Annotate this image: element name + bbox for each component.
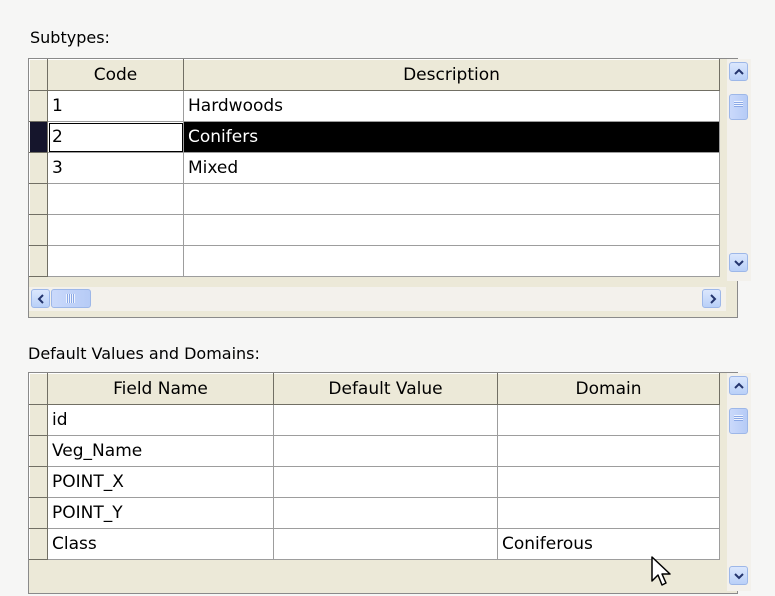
grip-icon	[734, 415, 743, 421]
code-cell[interactable]: 1	[47, 90, 184, 122]
vertical-scroll-thumb[interactable]	[729, 408, 748, 434]
table-row[interactable]	[29, 214, 720, 246]
row-selector[interactable]	[29, 90, 48, 122]
default-value-cell[interactable]	[273, 497, 498, 529]
subtypes-horizontal-scrollbar[interactable]	[29, 287, 726, 311]
default-values-vertical-scrollbar[interactable]	[727, 373, 751, 591]
domain-cell[interactable]	[497, 435, 720, 467]
table-row[interactable]: Veg_Name	[29, 435, 720, 467]
row-selector[interactable]	[29, 183, 48, 215]
default-values-grid[interactable]: Field Name Default Value Domain id Veg_N…	[28, 372, 738, 594]
table-row[interactable]: 1 Hardwoods	[29, 90, 720, 122]
default-values-label: Default Values and Domains:	[28, 344, 260, 363]
field-name-cell[interactable]: Class	[47, 528, 274, 560]
table-row[interactable]: 3 Mixed	[29, 152, 720, 184]
default-value-cell[interactable]	[273, 466, 498, 498]
table-row-selected[interactable]: 2 Conifers	[29, 121, 720, 153]
chevron-down-icon[interactable]	[729, 566, 748, 585]
mouse-pointer-icon	[651, 556, 671, 586]
code-cell[interactable]: 3	[47, 152, 184, 184]
row-selector[interactable]	[29, 404, 48, 436]
description-cell[interactable]: Hardwoods	[183, 90, 720, 122]
subtypes-grid[interactable]: Code Description 1 Hardwoods 2 Conifers …	[28, 58, 738, 318]
chevron-up-icon[interactable]	[729, 376, 748, 395]
horizontal-scroll-thumb[interactable]	[51, 289, 91, 308]
chevron-right-icon[interactable]	[702, 289, 721, 308]
row-selector[interactable]	[29, 497, 48, 529]
column-header-description[interactable]: Description	[183, 59, 720, 91]
table-row[interactable]: POINT_Y	[29, 497, 720, 529]
default-value-cell[interactable]	[273, 528, 498, 560]
domain-cell[interactable]	[497, 497, 720, 529]
row-selector[interactable]	[29, 466, 48, 498]
row-selector[interactable]	[29, 528, 48, 560]
chevron-up-icon[interactable]	[729, 62, 748, 81]
table-row[interactable]	[29, 245, 720, 277]
field-name-cell[interactable]: POINT_Y	[47, 497, 274, 529]
chevron-down-icon[interactable]	[729, 253, 748, 272]
row-selector[interactable]	[29, 435, 48, 467]
description-cell[interactable]: Conifers	[183, 121, 720, 153]
chevron-left-icon[interactable]	[31, 289, 50, 308]
domain-cell[interactable]	[497, 404, 720, 436]
column-header-field-name[interactable]: Field Name	[47, 373, 274, 405]
subtypes-table: Code Description 1 Hardwoods 2 Conifers …	[29, 59, 720, 277]
row-header-corner[interactable]	[29, 373, 48, 405]
code-cell[interactable]	[47, 245, 184, 277]
column-header-default-value[interactable]: Default Value	[273, 373, 498, 405]
table-row[interactable]: id	[29, 404, 720, 436]
table-row[interactable]: POINT_X	[29, 466, 720, 498]
subtypes-label: Subtypes:	[30, 28, 110, 47]
description-cell[interactable]: Mixed	[183, 152, 720, 184]
row-selector[interactable]	[29, 214, 48, 246]
table-row[interactable]: Class Coniferous	[29, 528, 720, 560]
field-name-cell[interactable]: id	[47, 404, 274, 436]
column-header-code[interactable]: Code	[47, 59, 184, 91]
row-selector[interactable]	[29, 152, 48, 184]
table-row[interactable]	[29, 183, 720, 215]
code-cell[interactable]	[47, 214, 184, 246]
default-value-cell[interactable]	[273, 404, 498, 436]
default-values-table: Field Name Default Value Domain id Veg_N…	[29, 373, 720, 560]
field-name-cell[interactable]: POINT_X	[47, 466, 274, 498]
vertical-scroll-thumb[interactable]	[729, 94, 748, 120]
description-cell[interactable]	[183, 183, 720, 215]
grip-icon	[734, 101, 743, 107]
field-name-cell[interactable]: Veg_Name	[47, 435, 274, 467]
code-cell-editing[interactable]: 2	[47, 121, 184, 153]
grip-icon	[66, 294, 75, 303]
column-header-domain[interactable]: Domain	[497, 373, 720, 405]
description-cell[interactable]	[183, 245, 720, 277]
code-cell[interactable]	[47, 183, 184, 215]
row-selector[interactable]	[29, 245, 48, 277]
subtypes-vertical-scrollbar[interactable]	[727, 59, 751, 281]
default-value-cell[interactable]	[273, 435, 498, 467]
row-header-corner[interactable]	[29, 59, 48, 91]
description-cell[interactable]	[183, 214, 720, 246]
row-selector-selected[interactable]	[29, 121, 48, 153]
domain-cell[interactable]	[497, 466, 720, 498]
domain-cell[interactable]: Coniferous	[497, 528, 720, 560]
